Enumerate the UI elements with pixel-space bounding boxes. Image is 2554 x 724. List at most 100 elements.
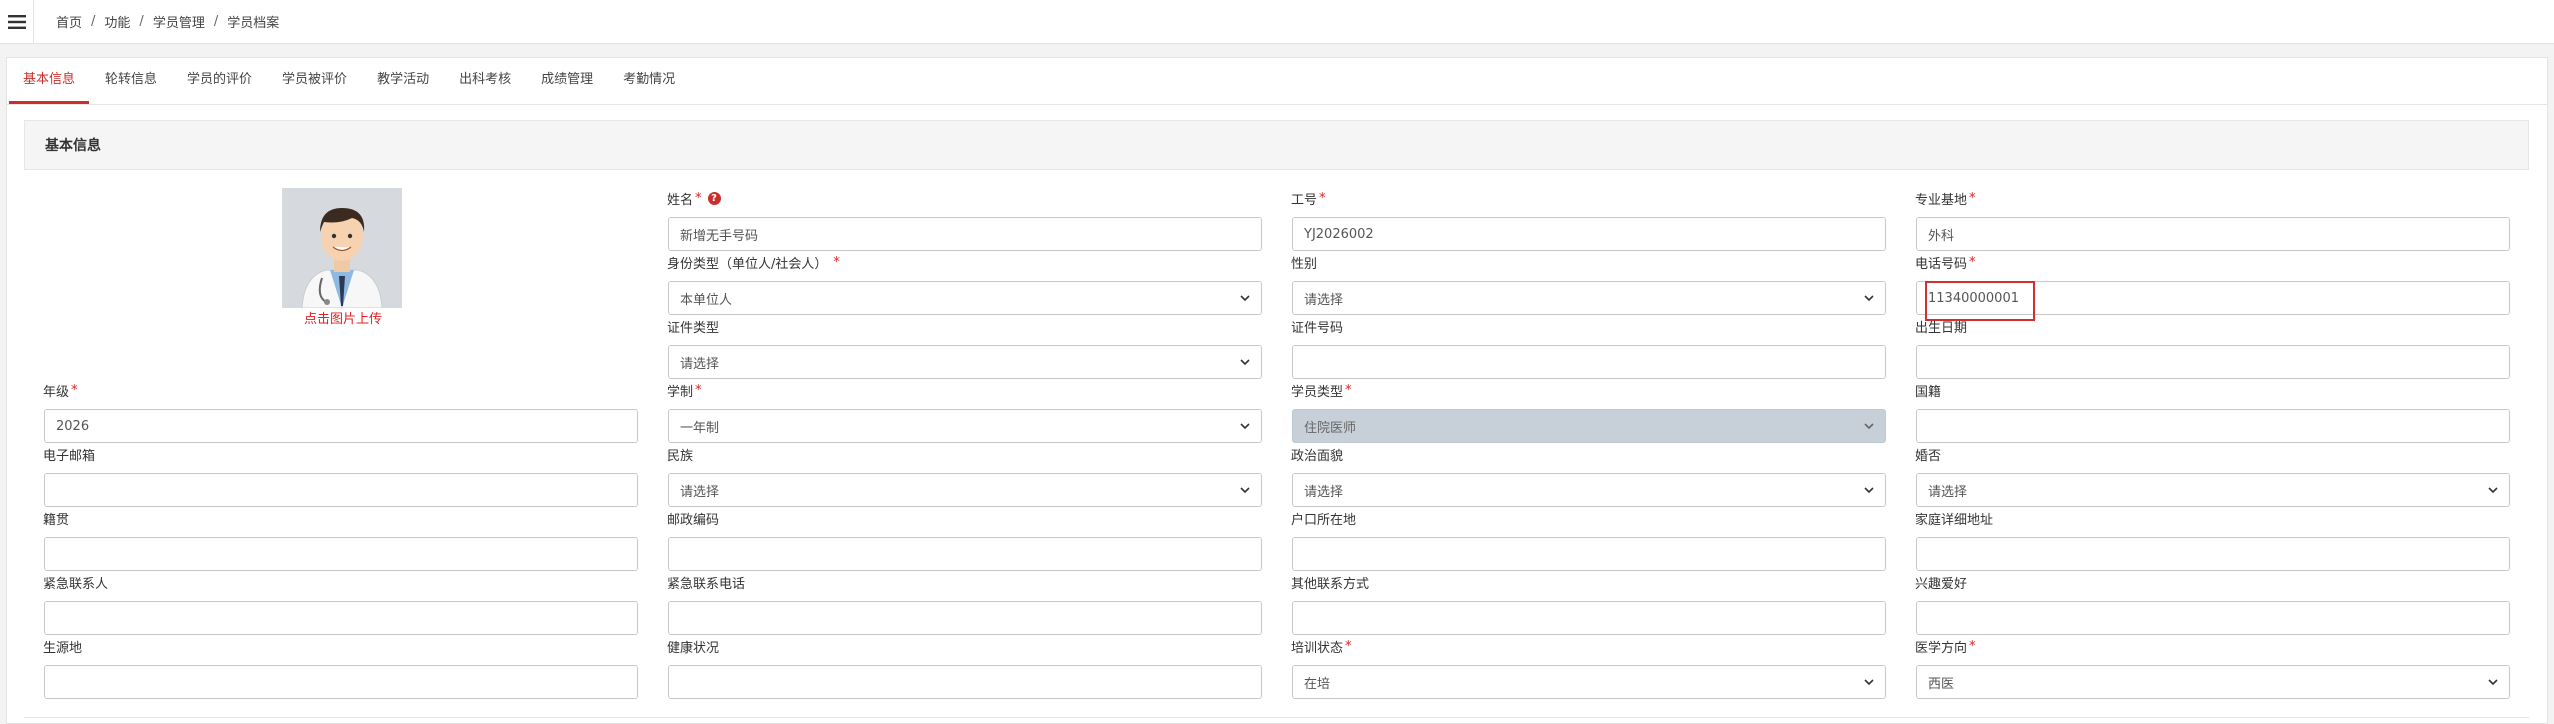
student-type-label-text: 学员类型 [1291,384,1344,400]
tab-student-evaluated[interactable]: 学员被评价 [268,58,361,104]
doctor-avatar-icon [282,188,402,308]
required-marker: * [1969,254,1976,270]
grade-label-text: 年级 [43,384,70,400]
tab-department-exam[interactable]: 出科考核 [445,58,525,104]
chevron-down-icon [1864,423,1874,430]
identity-type-select[interactable]: 本单位人 [668,281,1262,315]
grade-label: 年级 * [43,382,78,400]
schooling-label-text: 学制 [667,384,694,400]
address-label: 家庭详细地址 [1915,512,1994,528]
hukou-label: 户口所在地 [1291,512,1357,528]
origin-label: 生源地 [43,640,83,656]
menu-toggle-button[interactable] [0,0,34,44]
address-input[interactable] [1916,537,2510,571]
chevron-down-icon [2488,487,2498,494]
other-contact-label: 其他联系方式 [1291,576,1370,592]
student-type-label: 学员类型 * [1291,382,1352,400]
emergency-phone-label: 紧急联系电话 [667,576,746,592]
grade-input[interactable] [44,409,638,443]
required-marker: * [1969,638,1976,654]
politics-label: 政治面貌 [1291,448,1344,464]
health-label: 健康状况 [667,640,720,656]
student-archive-card: 基本信息 轮转信息 学员的评价 学员被评价 教学活动 出科考核 成绩管理 考勤情… [6,57,2548,724]
training-status-label: 培训状态 * [1291,638,1352,656]
required-marker: * [1345,638,1352,654]
marital-select[interactable]: 请选择 [1916,473,2510,507]
nationality-input[interactable] [1916,409,2510,443]
training-status-label-text: 培训状态 [1291,640,1344,656]
name-label-text: 姓名 [667,192,694,208]
other-contact-input[interactable] [1292,601,1886,635]
birth-date-input[interactable] [1916,345,2510,379]
job-no-input[interactable] [1292,217,1886,251]
avatar-upload[interactable] [282,188,402,308]
required-marker: * [1319,190,1326,206]
origin-input[interactable] [44,665,638,699]
id-type-label: 证件类型 [667,320,720,336]
gender-value: 请选择 [1304,292,1344,308]
breadcrumb-student-archive: 学员档案 [227,16,280,31]
native-place-input[interactable] [44,537,638,571]
tab-student-evaluations[interactable]: 学员的评价 [173,58,266,104]
upload-photo-link[interactable]: 点击图片上传 [267,308,419,327]
student-type-value: 住院医师 [1304,420,1357,436]
name-label: 姓名 *? [667,190,721,208]
tab-attendance[interactable]: 考勤情况 [609,58,689,104]
gender-label: 性别 [1291,256,1318,272]
tab-bar: 基本信息 轮转信息 学员的评价 学员被评价 教学活动 出科考核 成绩管理 考勤情… [7,58,2547,105]
id-type-select[interactable]: 请选择 [668,345,1262,379]
hobby-label: 兴趣爱好 [1915,576,1968,592]
hobby-input[interactable] [1916,601,2510,635]
chevron-down-icon [1864,487,1874,494]
emergency-phone-input[interactable] [668,601,1262,635]
email-input[interactable] [44,473,638,507]
required-marker: * [71,382,78,398]
base-input[interactable] [1916,217,2510,251]
section-title: 基本信息 [24,120,2529,170]
required-marker: * [1345,382,1352,398]
breadcrumb-function[interactable]: 功能 [104,12,130,31]
name-input[interactable] [668,217,1262,251]
chevron-down-icon [2488,679,2498,686]
health-input[interactable] [668,665,1262,699]
emergency-contact-label: 紧急联系人 [43,576,109,592]
phone-label: 电话号码 * [1915,254,1976,272]
phone-input[interactable] [1916,281,2510,315]
chevron-down-icon [1240,423,1250,430]
ethnicity-label: 民族 [667,448,694,464]
gender-select[interactable]: 请选择 [1292,281,1886,315]
breadcrumb-separator: / [213,14,219,29]
medical-direction-select[interactable]: 西医 [1916,665,2510,699]
email-label: 电子邮箱 [43,448,96,464]
tab-basic-info[interactable]: 基本信息 [9,58,90,104]
id-no-input[interactable] [1292,345,1886,379]
tab-grade-management[interactable]: 成绩管理 [527,58,607,104]
ethnicity-select[interactable]: 请选择 [668,473,1262,507]
training-status-value: 在培 [1304,676,1331,692]
tab-teaching-activities[interactable]: 教学活动 [363,58,443,104]
schooling-select[interactable]: 一年制 [668,409,1262,443]
chevron-down-icon [1240,359,1250,366]
postcode-input[interactable] [668,537,1262,571]
breadcrumb-student-management[interactable]: 学员管理 [153,12,205,31]
breadcrumb-separator: / [91,14,96,29]
training-status-select[interactable]: 在培 [1292,665,1886,699]
chevron-down-icon [1240,295,1250,302]
id-type-value: 请选择 [680,356,720,372]
medical-direction-value: 西医 [1928,676,1955,692]
postcode-label: 邮政编码 [667,512,720,528]
nationality-label: 国籍 [1915,384,1942,400]
politics-value: 请选择 [1304,484,1344,500]
ethnicity-value: 请选择 [680,484,720,500]
tab-rotation-info[interactable]: 轮转信息 [91,58,171,104]
hukou-input[interactable] [1292,537,1886,571]
medical-direction-label-text: 医学方向 [1915,640,1968,656]
chevron-down-icon [1240,487,1250,494]
help-icon[interactable]: ? [707,191,721,205]
student-type-select: 住院医师 [1292,409,1886,443]
breadcrumb-home[interactable]: 首页 [56,12,82,31]
politics-select[interactable]: 请选择 [1292,473,1886,507]
schooling-value: 一年制 [680,420,720,436]
emergency-contact-input[interactable] [44,601,638,635]
identity-type-label: 身份类型（单位人/社会人） * [667,254,840,272]
